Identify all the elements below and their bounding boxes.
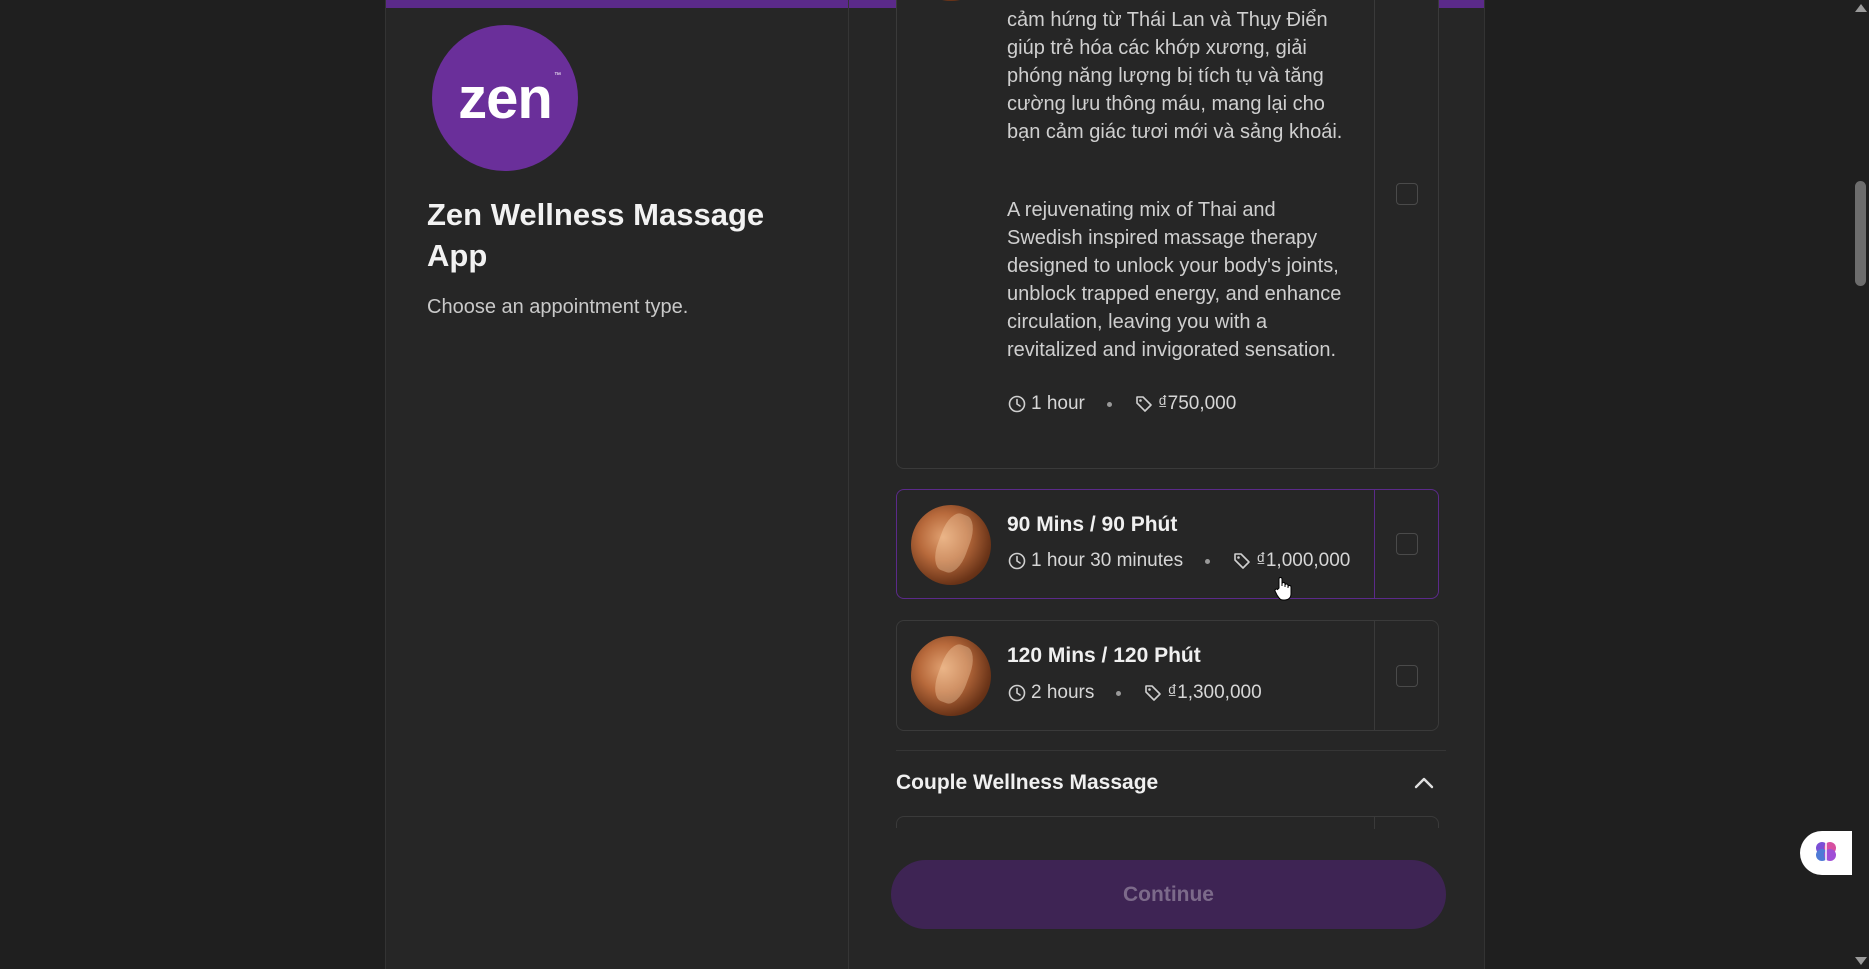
chevron-up-icon[interactable] (1412, 773, 1436, 793)
meta-separator (1106, 401, 1112, 407)
page-subtitle: Choose an appointment type. (427, 296, 689, 318)
card-divider (1374, 0, 1375, 468)
service-list-panel: cảm hứng từ Thái Lan và Thụy Điển giúp t… (849, 0, 1486, 969)
clock-icon (1007, 394, 1027, 414)
service-select-checkbox[interactable] (1396, 665, 1418, 687)
service-card-120[interactable]: 120 Mins / 120 Phút 2 hours ₫1,300,000 (896, 620, 1439, 731)
meta-separator (1205, 558, 1211, 564)
logo-trademark: ™ (554, 72, 561, 79)
clock-icon (1007, 683, 1027, 703)
card-divider (1374, 490, 1375, 598)
service-name: 90 Mins / 90 Phút (1007, 513, 1178, 536)
service-avatar (911, 505, 991, 585)
page-title: Zen Wellness Massage App (427, 197, 765, 273)
service-price: ₫1,000,000 (1256, 550, 1351, 571)
service-description-en: A rejuvenating mix of Thai and Swedish i… (1007, 199, 1342, 361)
price-tag-icon (1143, 683, 1163, 703)
scroll-up-arrow-icon[interactable] (1855, 4, 1867, 12)
assistant-widget[interactable] (1800, 831, 1852, 875)
zen-logo: zen ™ (432, 25, 578, 171)
service-select-checkbox[interactable] (1396, 183, 1418, 205)
service-avatar (911, 0, 991, 1)
price-tag-icon (1134, 394, 1154, 414)
service-price: ₫1,300,000 (1167, 682, 1262, 703)
service-card-partial (896, 816, 1439, 829)
service-meta: 2 hours ₫1,300,000 (1007, 682, 1262, 704)
hand-cursor-icon (1274, 576, 1292, 602)
service-card-60[interactable]: cảm hứng từ Thái Lan và Thụy Điển giúp t… (896, 0, 1439, 469)
clock-icon (1007, 551, 1027, 571)
page-scrollbar[interactable] (1852, 0, 1869, 969)
brain-icon[interactable] (1813, 838, 1839, 869)
service-duration: 2 hours (1031, 682, 1095, 703)
service-select-checkbox[interactable] (1396, 533, 1418, 555)
service-avatar (911, 636, 991, 716)
service-price: ₫750,000 (1157, 393, 1237, 414)
service-meta: 1 hour ₫750,000 (1007, 393, 1236, 415)
service-name: 120 Mins / 120 Phút (1007, 644, 1201, 667)
card-divider (1374, 621, 1375, 730)
logo-text: zen (458, 65, 553, 131)
category-header-couple[interactable]: Couple Wellness Massage (896, 750, 1446, 816)
business-info-panel: zen ™ Zen Wellness Massage App Choose an… (386, 0, 849, 969)
service-duration: 1 hour 30 minutes (1031, 550, 1184, 571)
scroll-down-arrow-icon[interactable] (1855, 957, 1867, 965)
scrollbar-thumb[interactable] (1855, 181, 1866, 286)
price-tag-icon (1232, 551, 1252, 571)
service-meta: 1 hour 30 minutes ₫1,000,000 (1007, 550, 1350, 572)
service-description-vi: cảm hứng từ Thái Lan và Thụy Điển giúp t… (1007, 9, 1343, 143)
service-card-90[interactable]: 90 Mins / 90 Phút 1 hour 30 minutes ₫1,0… (896, 489, 1439, 599)
continue-button[interactable]: Continue (891, 860, 1446, 929)
meta-separator (1116, 690, 1122, 696)
service-duration: 1 hour (1031, 393, 1085, 414)
category-title: Couple Wellness Massage (896, 771, 1159, 794)
booking-page: zen ™ Zen Wellness Massage App Choose an… (385, 0, 1485, 969)
